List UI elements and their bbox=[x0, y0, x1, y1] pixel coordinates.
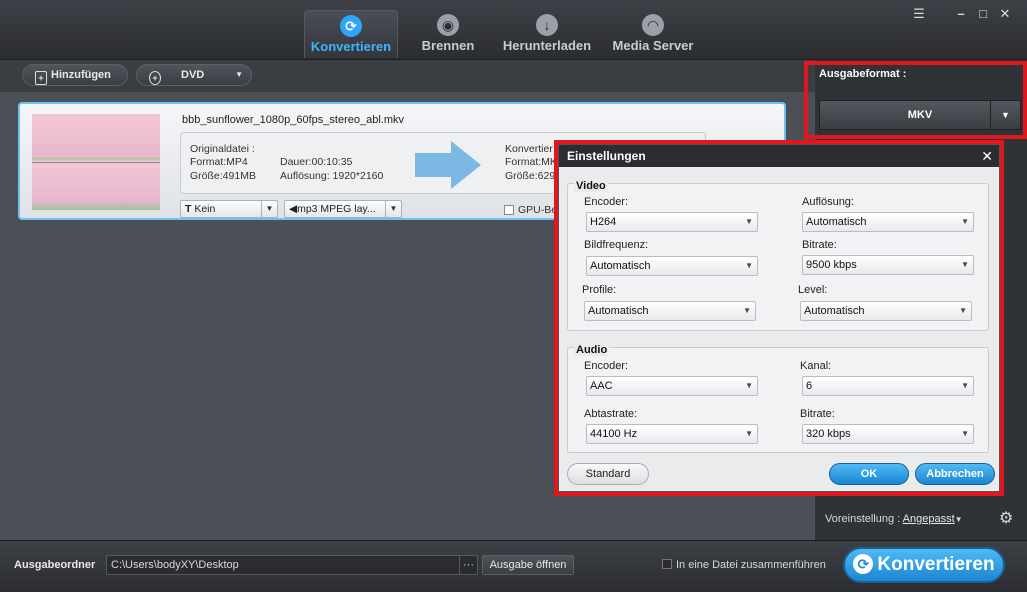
gpu-checkbox[interactable] bbox=[504, 205, 514, 215]
tab-label: Brennen bbox=[421, 38, 475, 53]
text-icon: T bbox=[185, 203, 192, 215]
original-label: Originaldatei : bbox=[190, 143, 255, 155]
profile-select[interactable]: Automatisch ▼ bbox=[584, 301, 756, 321]
converted-label: Konvertier bbox=[505, 143, 553, 155]
close-icon[interactable]: ✕ bbox=[996, 6, 1014, 22]
cancel-button[interactable]: Abbrechen bbox=[915, 463, 995, 485]
settings-dialog: Einstellungen ✕ Video Encoder: H264 ▼ Auf… bbox=[558, 144, 1000, 492]
add-button[interactable]: + Hinzufügen bbox=[22, 64, 128, 86]
browse-icon[interactable]: ··· bbox=[459, 556, 477, 574]
top-bar: ⟳ Konvertieren ◉ Brennen ↓ Herunterladen… bbox=[0, 0, 1027, 60]
samplerate-label: Abtastrate: bbox=[584, 408, 638, 420]
chevron-down-icon: ▼ bbox=[745, 381, 753, 390]
channel-label: Kanal: bbox=[800, 360, 832, 372]
level-select[interactable]: Automatisch ▼ bbox=[800, 301, 972, 321]
original-format: Format:MP4 bbox=[190, 156, 248, 168]
audio-bitrate-label: Bitrate: bbox=[800, 408, 835, 420]
preset-value[interactable]: Angepasst bbox=[903, 513, 955, 525]
subtitle-select[interactable]: T Kein ▼ bbox=[180, 200, 278, 218]
speaker-icon: ◀ bbox=[289, 203, 298, 215]
minimize-icon[interactable]: – bbox=[952, 6, 970, 21]
chevron-down-icon: ▼ bbox=[385, 201, 401, 217]
video-encoder-select[interactable]: H264 ▼ bbox=[586, 212, 758, 232]
gear-icon[interactable]: ⚙ bbox=[999, 508, 1013, 528]
download-icon: ↓ bbox=[536, 14, 558, 36]
audio-bitrate-select[interactable]: 320 kbps ▼ bbox=[802, 424, 974, 444]
samplerate-select[interactable]: 44100 Hz ▼ bbox=[586, 424, 758, 444]
menu-icon[interactable]: ☰ bbox=[910, 6, 928, 22]
maximize-icon[interactable]: □ bbox=[974, 6, 992, 21]
framerate-label: Bildfrequenz: bbox=[584, 239, 649, 251]
converted-format: Format:MK bbox=[505, 156, 557, 168]
converted-size: Größe:629 bbox=[505, 170, 556, 182]
tab-herunterladen[interactable]: ↓ Herunterladen bbox=[500, 10, 594, 58]
file-name: bbb_sunflower_1080p_60fps_stereo_abl.mkv bbox=[182, 114, 404, 126]
original-size: Größe:491MB bbox=[190, 170, 256, 182]
channel-select[interactable]: 6 ▼ bbox=[802, 376, 974, 396]
video-bitrate-select[interactable]: 9500 kbps ▼ bbox=[802, 255, 974, 275]
tab-konvertieren[interactable]: ⟳ Konvertieren bbox=[304, 10, 398, 58]
chevron-down-icon: ▼ bbox=[961, 217, 969, 226]
audio-title: Audio bbox=[574, 344, 610, 356]
audio-encoder-select[interactable]: AAC ▼ bbox=[586, 376, 758, 396]
chevron-down-icon: ▼ bbox=[745, 429, 753, 438]
gpu-label: GPU-Be bbox=[518, 204, 558, 216]
arrow-right-icon bbox=[415, 153, 453, 177]
video-group: Video Encoder: H264 ▼ Auflösung: Automati… bbox=[567, 180, 989, 331]
chevron-down-icon: ▼ bbox=[959, 306, 967, 315]
chevron-down-icon[interactable]: ▼ bbox=[235, 65, 243, 85]
merge-checkbox[interactable] bbox=[662, 559, 672, 569]
ok-button[interactable]: OK bbox=[829, 463, 909, 485]
video-resolution-select[interactable]: Automatisch ▼ bbox=[802, 212, 974, 232]
tab-label: Media Server bbox=[612, 38, 694, 53]
disc-add-icon: + bbox=[149, 71, 161, 85]
tab-brennen[interactable]: ◉ Brennen bbox=[412, 10, 484, 58]
tab-label: Herunterladen bbox=[502, 38, 592, 53]
preset-selector[interactable]: Voreinstellung : Angepasst▼ bbox=[825, 513, 963, 525]
tab-media-server[interactable]: ◠ Media Server bbox=[608, 10, 698, 58]
dialog-title: Einstellungen bbox=[559, 145, 999, 167]
video-thumbnail bbox=[32, 114, 160, 210]
chevron-down-icon: ▼ bbox=[954, 515, 963, 524]
open-output-button[interactable]: Ausgabe öffnen bbox=[482, 555, 574, 575]
chevron-down-icon: ▼ bbox=[745, 261, 753, 270]
wifi-icon: ◠ bbox=[642, 14, 664, 36]
profile-label: Profile: bbox=[582, 284, 617, 296]
highlight-output-format bbox=[804, 61, 1027, 139]
chevron-down-icon: ▼ bbox=[961, 429, 969, 438]
tab-label: Konvertieren bbox=[310, 39, 392, 54]
convert-button[interactable]: ⟳ Konvertieren bbox=[843, 547, 1005, 583]
chevron-down-icon: ▼ bbox=[743, 306, 751, 315]
chevron-down-icon: ▼ bbox=[961, 381, 969, 390]
audio-track-select[interactable]: ◀mp3 MPEG lay... ▼ bbox=[284, 200, 402, 218]
output-folder-label: Ausgabeordner bbox=[14, 559, 96, 571]
output-folder-input[interactable]: C:\Users\bodyXY\Desktop ··· bbox=[106, 555, 478, 575]
close-icon[interactable]: ✕ bbox=[981, 145, 993, 167]
video-resolution-label: Auflösung: bbox=[802, 196, 854, 208]
merge-option[interactable]: In eine Datei zusammenführen bbox=[662, 559, 826, 571]
disc-icon: ◉ bbox=[437, 14, 459, 36]
audio-group: Audio Encoder: AAC ▼ Kanal: 6 ▼ Abtastrate… bbox=[567, 344, 989, 453]
video-encoder-label: Encoder: bbox=[584, 196, 629, 208]
chevron-down-icon: ▼ bbox=[961, 260, 969, 269]
dvd-button[interactable]: + DVD ▼ bbox=[136, 64, 252, 86]
refresh-icon: ⟳ bbox=[853, 554, 874, 574]
framerate-select[interactable]: Automatisch ▼ bbox=[586, 256, 758, 276]
video-title: Video bbox=[574, 180, 608, 192]
chevron-down-icon: ▼ bbox=[261, 201, 277, 217]
audio-encoder-label: Encoder: bbox=[584, 360, 629, 372]
bottom-bar: Ausgabeordner C:\Users\bodyXY\Desktop ··… bbox=[0, 540, 1027, 592]
chevron-down-icon: ▼ bbox=[745, 217, 753, 226]
arrow-head bbox=[451, 141, 481, 189]
original-duration: Dauer:00:10:35 bbox=[280, 156, 353, 168]
refresh-icon: ⟳ bbox=[340, 15, 362, 37]
original-resolution: Auflösung: 1920*2160 bbox=[280, 170, 384, 182]
toolbar: + Hinzufügen + DVD ▼ bbox=[0, 60, 815, 92]
level-label: Level: bbox=[798, 284, 828, 296]
standard-button[interactable]: Standard bbox=[567, 463, 649, 485]
add-file-icon: + bbox=[35, 71, 47, 85]
video-bitrate-label: Bitrate: bbox=[802, 239, 837, 251]
